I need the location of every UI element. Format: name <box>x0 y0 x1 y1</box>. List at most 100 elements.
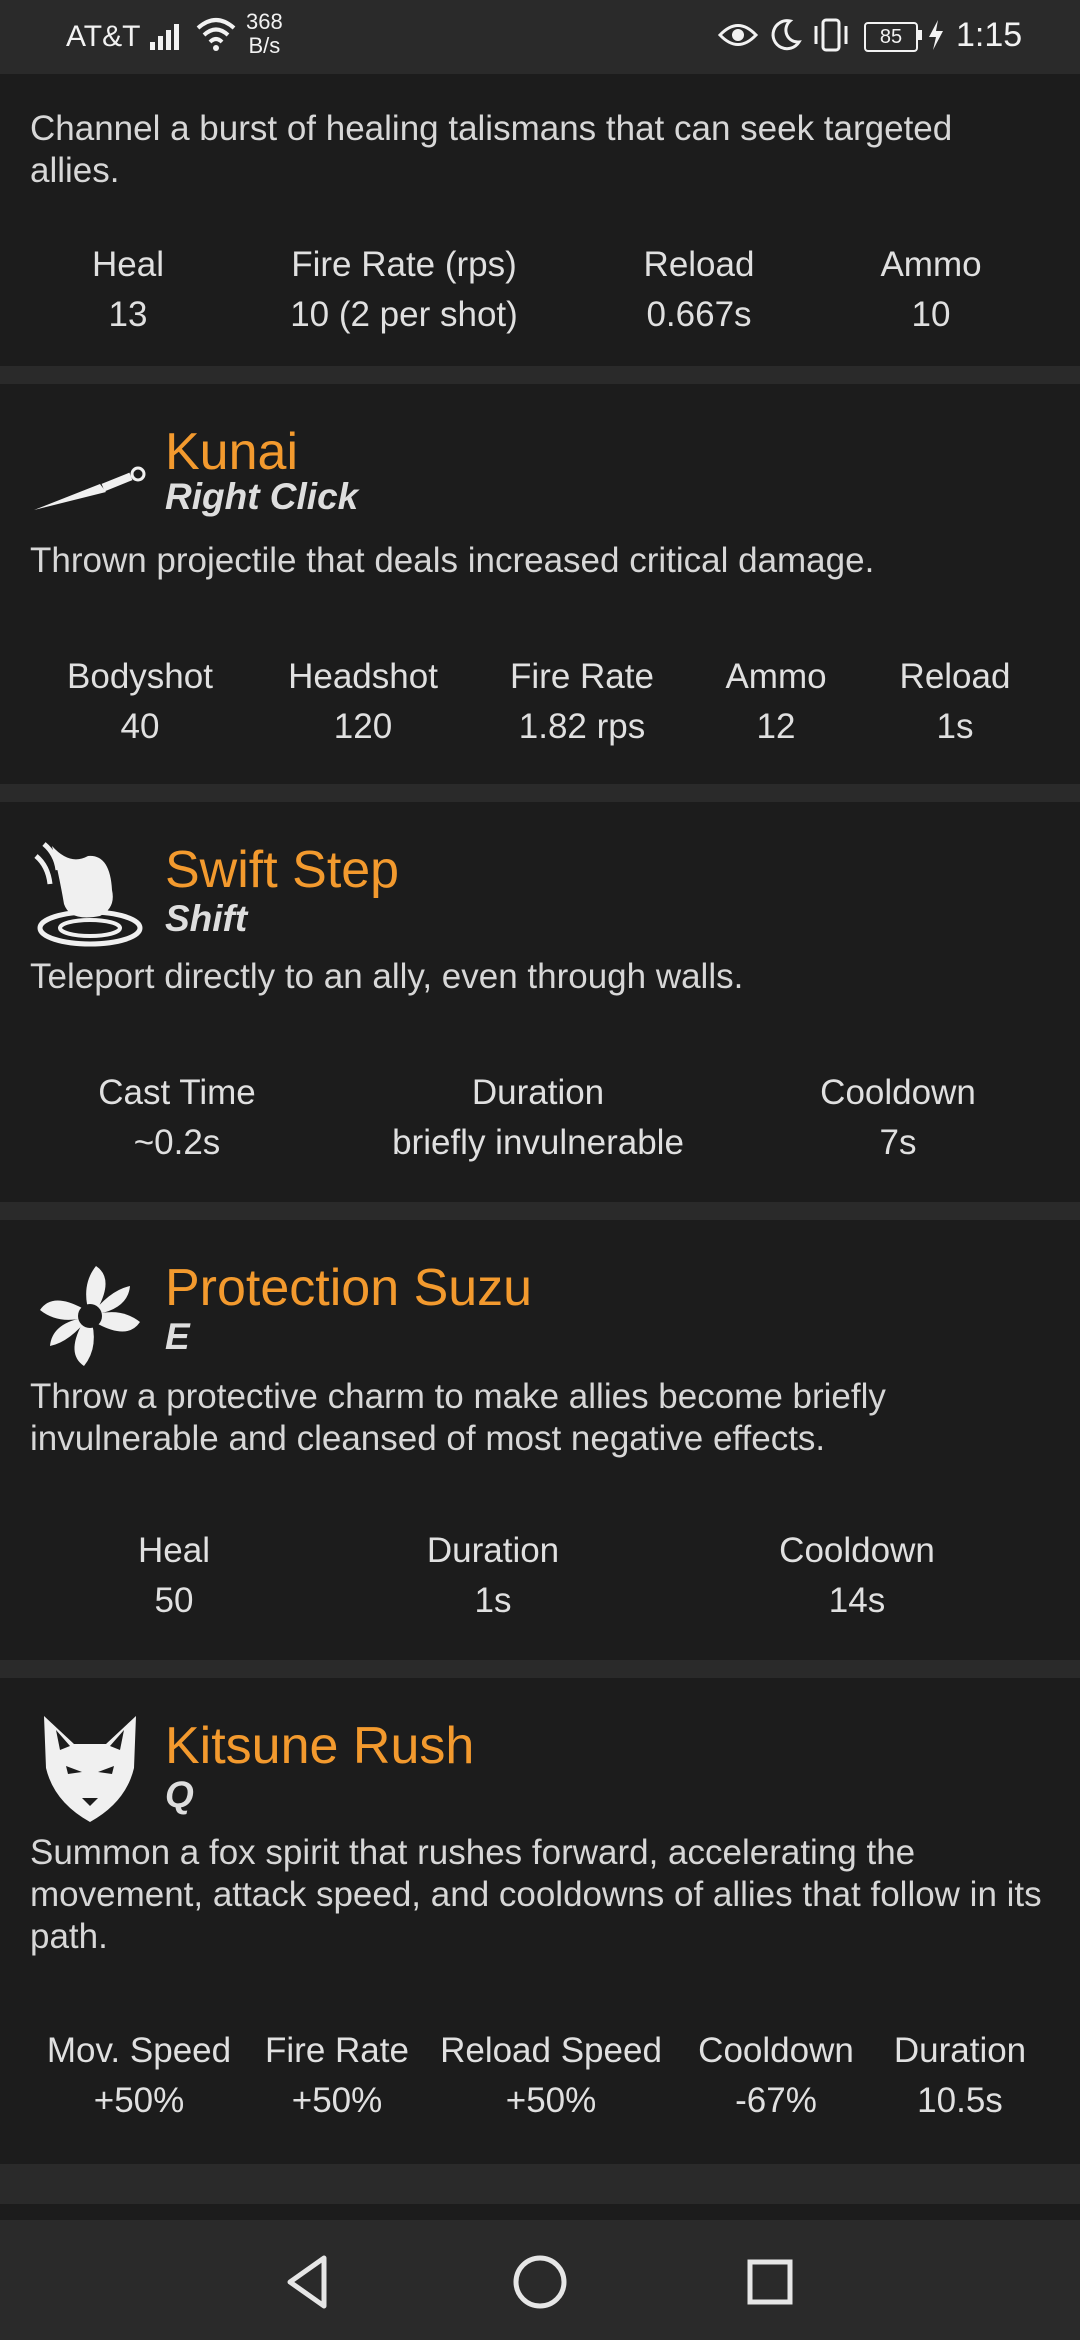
stat-label: Ammo <box>880 245 982 284</box>
ability-description: Channel a burst of healing talismans tha… <box>30 109 953 190</box>
protection-suzu-icon <box>30 1256 150 1376</box>
eye-icon <box>717 20 759 58</box>
stat-value: briefly invulnerable <box>392 1123 684 1162</box>
stat-ammo: Ammo 12 <box>725 652 826 752</box>
ability-description: Teleport directly to an ally, even throu… <box>30 957 744 996</box>
stat-reload: Reload 0.667s <box>644 240 755 340</box>
stat-value: 12 <box>756 707 796 746</box>
ability-description: Throw a protective charm to make allies … <box>30 1377 886 1458</box>
stat-value: 1s <box>474 1581 512 1620</box>
stat-label: Cooldown <box>698 2031 854 2070</box>
stat-duration: Duration 1s <box>427 1526 559 1626</box>
ability-card-protection-suzu[interactable]: Protection Suzu E Throw a protective cha… <box>0 1220 1080 1660</box>
stat-value: 1s <box>936 707 974 746</box>
wifi-icon <box>196 16 236 60</box>
home-icon[interactable] <box>508 2250 572 2314</box>
ability-name: Protection Suzu <box>165 1259 533 1317</box>
stat-label: Heal <box>138 1531 210 1570</box>
stat-value: 120 <box>333 707 393 746</box>
stat-label: Reload <box>899 657 1011 696</box>
stat-cast-time: Cast Time ~0.2s <box>98 1068 256 1168</box>
fox-icon <box>30 1710 150 1830</box>
stat-duration: Duration 10.5s <box>894 2026 1026 2126</box>
clock: 1:15 <box>956 16 1023 54</box>
ability-name: Kunai <box>165 423 298 481</box>
ability-key: Q <box>165 1774 194 1815</box>
stat-label: Duration <box>426 1531 560 1570</box>
carrier-label: AT&T <box>66 20 141 53</box>
stat-label: Fire Rate <box>265 2031 409 2070</box>
ability-key: E <box>165 1316 190 1357</box>
stat-value: 14s <box>828 1581 886 1620</box>
ability-card-swift-step[interactable]: Swift Step Shift Teleport directly to an… <box>0 802 1080 1202</box>
stat-label: Cast Time <box>98 1073 256 1112</box>
moon-icon <box>768 18 802 60</box>
recents-icon[interactable] <box>738 2250 802 2314</box>
stat-cooldown: Cooldown -67% <box>698 2026 854 2126</box>
ability-card-kunai[interactable]: Kunai Right Click Thrown projectile that… <box>0 384 1080 784</box>
ability-description: Thrown projectile that deals increased c… <box>30 541 875 580</box>
stat-value: 50 <box>154 1581 194 1620</box>
ability-key: Shift <box>165 898 248 939</box>
status-right: 85 1:15 <box>660 14 1080 60</box>
stat-mov-speed: Mov. Speed +50% <box>47 2026 231 2126</box>
status-bar: AT&T 368 B/s 85 1:15 <box>0 0 1080 74</box>
charging-icon <box>926 18 946 60</box>
stat-fire-rate: Fire Rate 1.82 rps <box>510 652 654 752</box>
stat-label: Ammo <box>725 657 827 696</box>
stat-label: Bodyshot <box>67 657 213 696</box>
network-speed-value: 368 <box>246 9 283 34</box>
stat-value: 13 <box>108 295 148 334</box>
swift-step-icon <box>30 836 150 956</box>
signal-icon <box>150 20 186 58</box>
ability-name: Swift Step <box>165 841 400 899</box>
stat-value: +50% <box>93 2081 185 2120</box>
ability-card-healing-talismans: Channel a burst of healing talismans tha… <box>0 74 1080 366</box>
stat-value: +50% <box>505 2081 597 2120</box>
kunai-icon <box>30 434 150 554</box>
stat-cooldown: Cooldown 14s <box>779 1526 935 1626</box>
screen: AT&T 368 B/s 85 1:15 Channel a burst of … <box>0 0 1080 2340</box>
stat-label: Cooldown <box>820 1073 976 1112</box>
stat-bodyshot: Bodyshot 40 <box>67 652 213 752</box>
stat-value: 40 <box>120 707 160 746</box>
stat-value: +50% <box>291 2081 383 2120</box>
ability-card-next <box>0 2204 1080 2220</box>
stat-label: Reload <box>643 245 755 284</box>
ability-list[interactable]: Channel a burst of healing talismans tha… <box>0 74 1080 2220</box>
stat-label: Fire Rate (rps) <box>291 245 517 284</box>
stat-value: -67% <box>735 2081 817 2120</box>
stat-heal: Heal 50 <box>138 1526 210 1626</box>
stat-ammo: Ammo 10 <box>880 240 981 340</box>
stat-label: Duration <box>893 2031 1027 2070</box>
stat-cooldown: Cooldown 7s <box>820 1068 976 1168</box>
stat-label: Fire Rate <box>510 657 654 696</box>
network-speed: 368 B/s <box>246 10 283 58</box>
ability-key: Right Click <box>165 476 359 517</box>
battery-indicator: 85 <box>864 22 918 52</box>
battery-tip <box>918 30 922 40</box>
stat-value: 10 (2 per shot) <box>290 295 518 334</box>
navigation-bar <box>0 2220 1080 2340</box>
stat-fire-rate: Fire Rate (rps) 10 (2 per shot) <box>290 240 518 340</box>
stat-value: 0.667s <box>646 295 752 334</box>
stat-label: Duration <box>471 1073 605 1112</box>
back-icon[interactable] <box>276 2250 340 2314</box>
ability-name: Kitsune Rush <box>165 1717 475 1775</box>
stat-fire-rate: Fire Rate +50% <box>265 2026 409 2126</box>
stat-duration: Duration briefly invulnerable <box>392 1068 684 1168</box>
stat-reload-speed: Reload Speed +50% <box>440 2026 662 2126</box>
network-speed-unit: B/s <box>248 33 281 58</box>
stat-headshot: Headshot 120 <box>288 652 438 752</box>
stat-label: Headshot <box>288 657 438 696</box>
stat-value: 1.82 rps <box>518 707 646 746</box>
stat-value: 10 <box>911 295 951 334</box>
ability-card-kitsune-rush[interactable]: Kitsune Rush Q Summon a fox spirit that … <box>0 1678 1080 2164</box>
stat-heal: Heal 13 <box>92 240 164 340</box>
stat-value: ~0.2s <box>133 1123 221 1162</box>
stat-label: Heal <box>92 245 164 284</box>
stat-label: Reload Speed <box>440 2031 662 2070</box>
stat-value: 7s <box>879 1123 917 1162</box>
stat-value: 10.5s <box>917 2081 1003 2120</box>
stat-label: Mov. Speed <box>46 2031 232 2070</box>
